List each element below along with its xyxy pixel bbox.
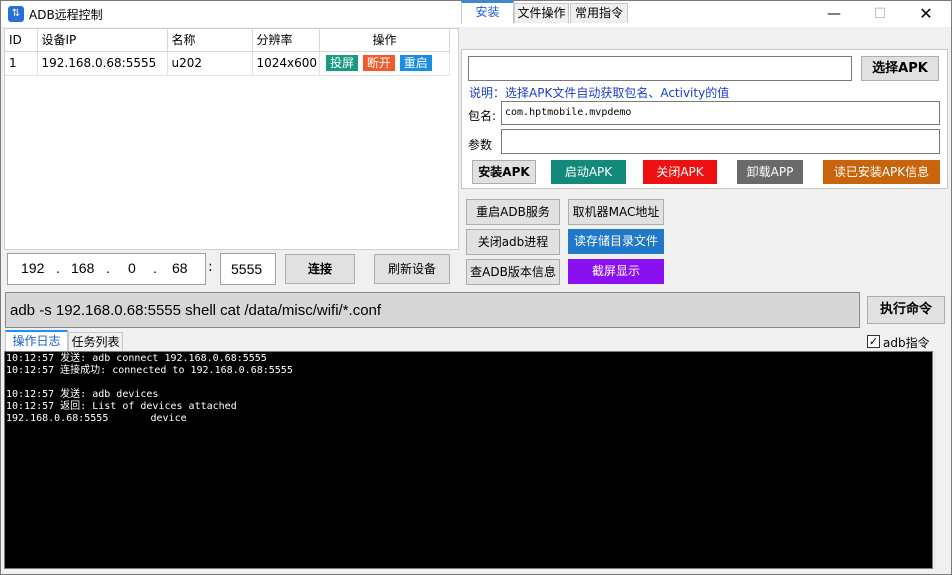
port-input[interactable]: 5555 xyxy=(220,253,276,285)
maximize-button[interactable]: ☐ xyxy=(857,1,903,27)
cell-resolution: 1024x600 xyxy=(252,51,321,76)
tab-operation-log[interactable]: 操作日志 xyxy=(5,330,68,353)
cell-name: u202 xyxy=(167,51,253,76)
cell-ip: 192.168.0.68:5555 xyxy=(37,51,168,76)
adb-command-checkbox[interactable]: ✓ xyxy=(867,335,880,348)
apk-path-input[interactable] xyxy=(468,56,852,81)
install-panel: 选择APK 说明：选择APK文件自动获取包名、Activity的值 包名: co… xyxy=(461,49,948,189)
get-mac-button[interactable]: 取机器MAC地址 xyxy=(568,199,664,225)
col-ip-header[interactable]: 设备IP xyxy=(37,29,168,52)
execute-command-button[interactable]: 执行命令 xyxy=(867,296,945,324)
cell-actions: 投屏 断开 重启 xyxy=(319,51,451,76)
port-separator: : xyxy=(208,259,213,275)
ip-dot: . xyxy=(106,260,110,276)
read-installed-apk-button[interactable]: 读已安装APK信息 xyxy=(823,160,940,184)
disconnect-button[interactable]: 断开 xyxy=(362,55,395,71)
command-input[interactable]: adb -s 192.168.0.68:5555 shell cat /data… xyxy=(5,292,860,328)
ip-octet-1: 192 xyxy=(21,260,45,276)
tab-task-list[interactable]: 任务列表 xyxy=(68,332,123,352)
cell-id: 1 xyxy=(5,51,38,76)
ip-octet-2: 168 xyxy=(71,260,95,276)
ip-octet-3: 0 xyxy=(128,260,136,276)
ip-dot: . xyxy=(153,260,157,276)
install-apk-button[interactable]: 安装APK xyxy=(472,160,536,184)
tab-common-commands[interactable]: 常用指令 xyxy=(570,3,628,23)
adb-app-icon: ⇅ xyxy=(8,6,24,22)
adb-command-label: adb指令 xyxy=(883,336,930,350)
log-console[interactable]: 10:12:57 发送: adb connect 192.168.0.68:55… xyxy=(4,351,933,569)
ip-dot: . xyxy=(56,260,60,276)
ip-address-input[interactable]: 192 . 168 . 0 . 68 xyxy=(7,253,206,285)
read-storage-button[interactable]: 读存储目录文件 xyxy=(568,229,664,254)
cast-screen-button[interactable]: 投屏 xyxy=(326,55,359,71)
params-input[interactable] xyxy=(501,129,940,154)
uninstall-app-button[interactable]: 卸载APP xyxy=(737,160,803,184)
start-apk-button[interactable]: 启动APK xyxy=(551,160,626,184)
params-label: 参数 xyxy=(468,138,493,152)
restart-adb-button[interactable]: 重启ADB服务 xyxy=(466,199,560,225)
close-apk-button[interactable]: 关闭APK xyxy=(643,160,717,184)
col-id-header[interactable]: ID xyxy=(5,29,38,52)
adb-version-button[interactable]: 查ADB版本信息 xyxy=(466,259,560,285)
refresh-devices-button[interactable]: 刷新设备 xyxy=(374,254,450,284)
apk-hint-text: 说明：选择APK文件自动获取包名、Activity的值 xyxy=(469,86,730,100)
ip-octet-4: 68 xyxy=(172,260,188,276)
col-name-header[interactable]: 名称 xyxy=(167,29,253,52)
table-header: ID 设备IP 名称 分辨率 操作 xyxy=(5,29,451,52)
tab-file-ops[interactable]: 文件操作 xyxy=(514,3,569,23)
minimize-button[interactable]: — xyxy=(811,1,857,27)
app-window: ⇅ ADB远程控制 — ☐ ✕ ID 设备IP 名称 分辨率 操作 1 192.… xyxy=(0,0,952,575)
col-actions-header[interactable]: 操作 xyxy=(319,29,451,52)
tab-install[interactable]: 安装 xyxy=(461,1,514,24)
table-row[interactable]: 1 192.168.0.68:5555 u202 1024x600 投屏 断开 … xyxy=(5,51,451,76)
window-title: ADB远程控制 xyxy=(29,8,103,22)
reboot-button[interactable]: 重启 xyxy=(399,55,432,71)
device-table: ID 设备IP 名称 分辨率 操作 1 192.168.0.68:5555 u2… xyxy=(4,28,459,250)
close-button[interactable]: ✕ xyxy=(903,1,949,27)
log-scrollbar[interactable] xyxy=(934,351,949,569)
col-resolution-header[interactable]: 分辨率 xyxy=(252,29,321,52)
connect-button[interactable]: 连接 xyxy=(285,254,355,284)
package-label: 包名: xyxy=(468,109,497,123)
screenshot-button[interactable]: 截屏显示 xyxy=(568,259,664,284)
choose-apk-button[interactable]: 选择APK xyxy=(861,56,939,81)
kill-adb-button[interactable]: 关闭adb进程 xyxy=(466,229,560,255)
package-name-input[interactable]: com.hptmobile.mvpdemo xyxy=(501,101,940,125)
